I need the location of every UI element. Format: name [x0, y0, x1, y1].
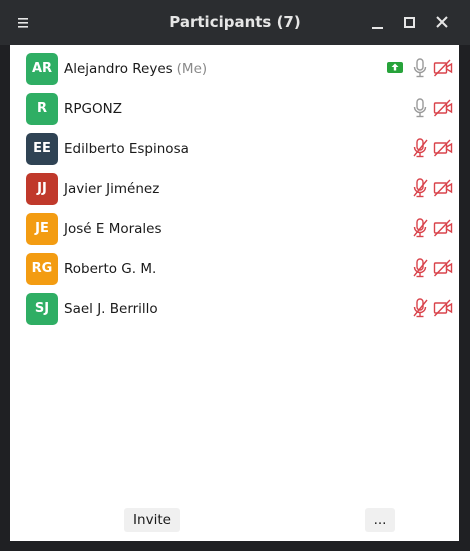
- participant-name-text: Javier Jiménez: [64, 181, 160, 197]
- avatar: EE: [26, 133, 58, 165]
- participant-row[interactable]: JJ Javier Jiménez: [10, 169, 459, 209]
- video-off-icon[interactable]: [433, 138, 453, 158]
- participant-name-text: Edilberto Espinosa: [64, 141, 189, 157]
- video-off-icon[interactable]: [433, 298, 453, 318]
- microphone-icon[interactable]: [411, 57, 429, 79]
- participant-name-text: Roberto G. M.: [64, 261, 157, 277]
- participant-row[interactable]: JE José E Morales: [10, 209, 459, 249]
- participant-name: Alejandro Reyes (Me): [64, 61, 207, 77]
- video-off-icon[interactable]: [433, 178, 453, 198]
- participant-name: Edilberto Espinosa: [64, 141, 189, 157]
- participant-row[interactable]: RG Roberto G. M.: [10, 249, 459, 289]
- participant-name: RPGONZ: [64, 101, 122, 117]
- participant-name: José E Morales: [64, 221, 162, 237]
- participant-name: Sael J. Berrillo: [64, 301, 158, 317]
- screen-share-icon: [387, 62, 403, 73]
- invite-button[interactable]: Invite: [124, 508, 180, 532]
- video-off-icon[interactable]: [433, 98, 453, 118]
- video-off-icon[interactable]: [433, 218, 453, 238]
- more-options-button[interactable]: ...: [365, 508, 395, 532]
- microphone-muted-icon[interactable]: [411, 137, 429, 159]
- participant-name: Javier Jiménez: [64, 181, 159, 197]
- avatar: JE: [26, 213, 58, 245]
- avatar: RG: [26, 253, 58, 285]
- microphone-icon[interactable]: [411, 97, 429, 119]
- avatar: JJ: [26, 173, 58, 205]
- microphone-muted-icon[interactable]: [411, 217, 429, 239]
- participant-name-text: José E Morales: [64, 221, 162, 237]
- participant-name-text: RPGONZ: [64, 101, 122, 117]
- participant-name-text: Sael J. Berrillo: [64, 301, 158, 317]
- minimize-icon[interactable]: [366, 12, 388, 34]
- participant-name: Roberto G. M.: [64, 261, 156, 277]
- title-bar: Participants (7): [0, 0, 470, 45]
- avatar: SJ: [26, 293, 58, 325]
- microphone-muted-icon[interactable]: [411, 177, 429, 199]
- participant-row[interactable]: AR Alejandro Reyes (Me): [10, 49, 459, 89]
- participants-window: Participants (7) Invite ... AR Alejandro…: [0, 0, 470, 551]
- microphone-muted-icon[interactable]: [411, 297, 429, 319]
- participant-name-text: Alejandro Reyes: [64, 61, 173, 77]
- participant-row[interactable]: R RPGONZ: [10, 89, 459, 129]
- participant-row[interactable]: EE Edilberto Espinosa: [10, 129, 459, 169]
- video-off-icon[interactable]: [433, 258, 453, 278]
- maximize-icon[interactable]: [398, 12, 420, 34]
- video-off-icon[interactable]: [433, 58, 453, 78]
- avatar: AR: [26, 53, 58, 85]
- participant-row[interactable]: SJ Sael J. Berrillo: [10, 289, 459, 329]
- participant-self-tag: (Me): [176, 61, 208, 77]
- close-icon[interactable]: [431, 12, 453, 34]
- microphone-muted-icon[interactable]: [411, 257, 429, 279]
- participants-list: Invite ... AR Alejandro Reyes (Me) R RPGO…: [10, 45, 459, 541]
- avatar: R: [26, 93, 58, 125]
